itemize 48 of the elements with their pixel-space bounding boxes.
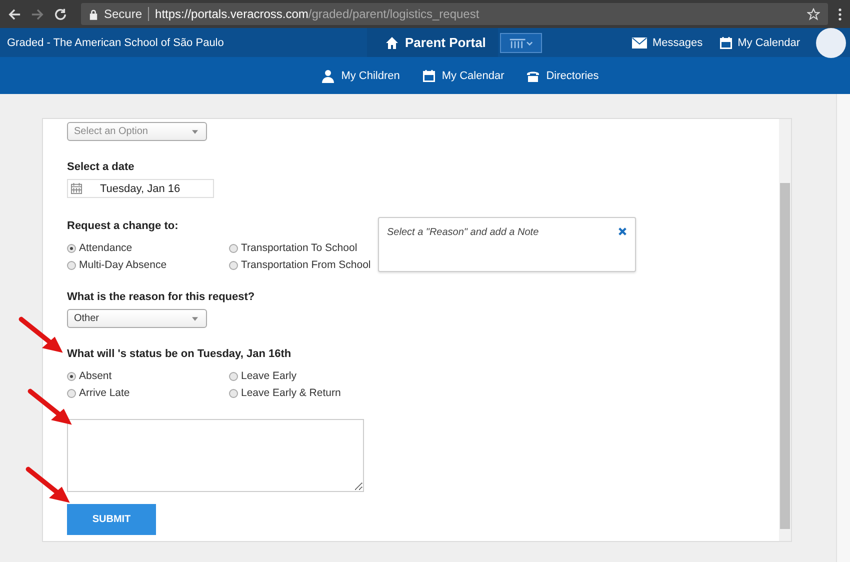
forward-icon[interactable] (31, 8, 44, 20)
nav-link[interactable]: Directories (526, 68, 599, 82)
lock-icon (89, 8, 98, 20)
url-text: https://portals.veracross.com/graded/parent/logistics_request (155, 7, 480, 21)
calendar-icon (71, 183, 82, 194)
tooltip-text: Select a "Reason" and add a Note (387, 227, 539, 240)
reload-icon[interactable] (54, 8, 67, 20)
home-icon (385, 36, 399, 50)
radio-option[interactable]: Attendance (67, 242, 229, 254)
close-icon[interactable] (618, 227, 627, 236)
radio-option[interactable]: Arrive Late (67, 387, 229, 399)
date-field[interactable]: Tuesday, Jan 16 (67, 179, 214, 198)
radio-option[interactable]: Multi-Day Absence (67, 259, 229, 271)
caret-icon (192, 316, 198, 320)
radio-option[interactable]: Absent (67, 370, 229, 382)
nav-link[interactable]: My Children (321, 68, 400, 82)
back-icon[interactable] (8, 8, 21, 20)
radio-option[interactable]: Leave Early (229, 370, 389, 382)
caret-icon (192, 130, 198, 134)
window-scrollbar[interactable] (836, 94, 850, 562)
field-label: Request a change to: (67, 220, 178, 232)
field-label: What will 's status be on Tuesday, Jan 16th (67, 348, 292, 360)
school-name[interactable]: Graded - The American School of São Paulo (0, 36, 367, 48)
nav-link[interactable]: My Calendar (422, 68, 504, 82)
menu-icon[interactable] (838, 8, 842, 20)
pointer-arrow (27, 388, 75, 428)
note-field[interactable] (67, 419, 364, 492)
field-label: Select a date (67, 161, 134, 173)
calendar-icon (422, 68, 436, 82)
scrollbar[interactable] (779, 119, 791, 541)
calendar-icon (718, 36, 733, 50)
envelope-icon (630, 36, 648, 48)
header-link[interactable]: My Calendar (718, 36, 800, 50)
portal-tab[interactable]: Parent Portal (367, 28, 498, 57)
star-icon[interactable] (807, 8, 820, 20)
radio-option[interactable]: Transportation From School (229, 259, 389, 271)
field-label: What is the reason for this request? (67, 291, 255, 303)
person-icon (321, 68, 336, 82)
pointer-arrow (18, 316, 66, 356)
radio-option[interactable]: Transportation To School (229, 242, 389, 254)
radio-option[interactable]: Leave Early & Return (229, 387, 389, 399)
header-link[interactable]: Messages (630, 36, 703, 48)
secure-label: Secure (104, 7, 142, 21)
portal-switcher-button[interactable] (500, 32, 542, 52)
address-bar[interactable]: Secure https://portals.veracross.com/graded/parent/logistics_request (81, 3, 828, 25)
avatar[interactable] (816, 28, 846, 58)
pointer-arrow (25, 466, 73, 506)
reason-select[interactable]: Other (67, 309, 207, 328)
